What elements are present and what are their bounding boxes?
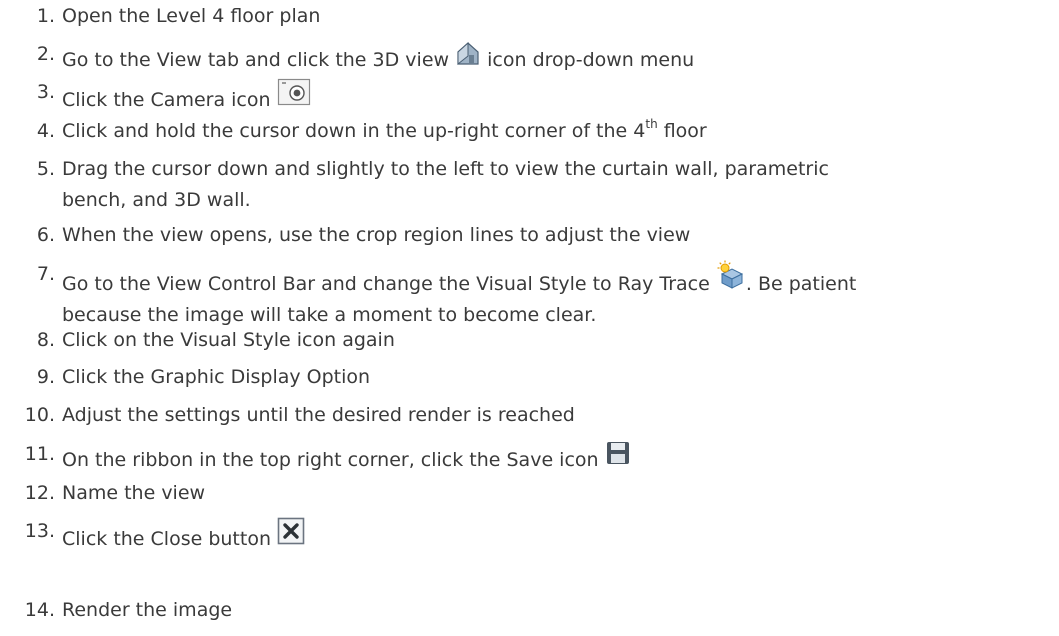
step-text: Name the view [62, 482, 206, 504]
step-text-line: Drag the cursor down and slightly to the… [62, 158, 829, 180]
step-number: 7. [36, 263, 55, 285]
step-text: Click on the Visual Style icon again [62, 329, 395, 351]
step-text: Click the Graphic Display Option [62, 366, 371, 388]
step-text: Click the Camera icon [62, 78, 1059, 115]
step-number: 13. [24, 520, 55, 542]
step-text: Go to the View tab and click the 3D view… [62, 40, 1059, 75]
step-text: When the view opens, use the crop region… [62, 224, 691, 246]
step-text: Click the Close button [62, 517, 1059, 554]
step-text-part: On the ribbon in the top right corner, c… [62, 449, 599, 471]
step-text-part: Click and hold the cursor down in the up… [62, 120, 646, 142]
close-icon [277, 517, 305, 554]
camera-icon [277, 78, 311, 115]
step-text-part: Click the Camera icon [62, 89, 271, 111]
step-number: 1. [36, 5, 55, 27]
ordinal-superscript: th [645, 116, 658, 131]
step-number: 10. [24, 404, 55, 426]
step-number: 14. [24, 599, 55, 621]
step-text: Open the Level 4 floor plan [62, 5, 321, 27]
step-number: 12. [24, 482, 55, 504]
step-text-part: . Be patient [745, 273, 857, 295]
step-text: Drag the cursor down and slightly to the… [62, 155, 1059, 215]
step-text-line: bench, and 3D wall. [62, 189, 251, 211]
ray-trace-icon [716, 260, 746, 299]
step-text: Adjust the settings until the desired re… [62, 404, 575, 426]
step-text-part: icon drop-down menu [487, 49, 695, 71]
step-number: 9. [36, 366, 55, 388]
step-number: 8. [36, 329, 55, 351]
step-number: 6. [36, 224, 55, 246]
step-text-part: Click the Close button [62, 528, 271, 550]
step-text-line: Go to the View Control Bar and change th… [62, 260, 1059, 299]
house-3d-icon [455, 40, 481, 75]
step-text-part: Go to the View tab and click the 3D view [62, 49, 450, 71]
step-text-part: floor [663, 120, 707, 142]
step-text: Click and hold the cursor down in the up… [62, 117, 1059, 146]
step-text: On the ribbon in the top right corner, c… [62, 440, 1059, 475]
step-number: 11. [24, 443, 55, 465]
step-text-part: Go to the View Control Bar and change th… [62, 273, 710, 295]
step-text: Render the image [62, 599, 233, 621]
step-text: Go to the View Control Bar and change th… [62, 260, 1059, 330]
step-number: 3. [36, 81, 55, 103]
save-icon [605, 440, 631, 475]
step-number: 5. [36, 158, 55, 180]
step-number: 2. [36, 43, 55, 65]
step-number: 4. [36, 120, 55, 142]
